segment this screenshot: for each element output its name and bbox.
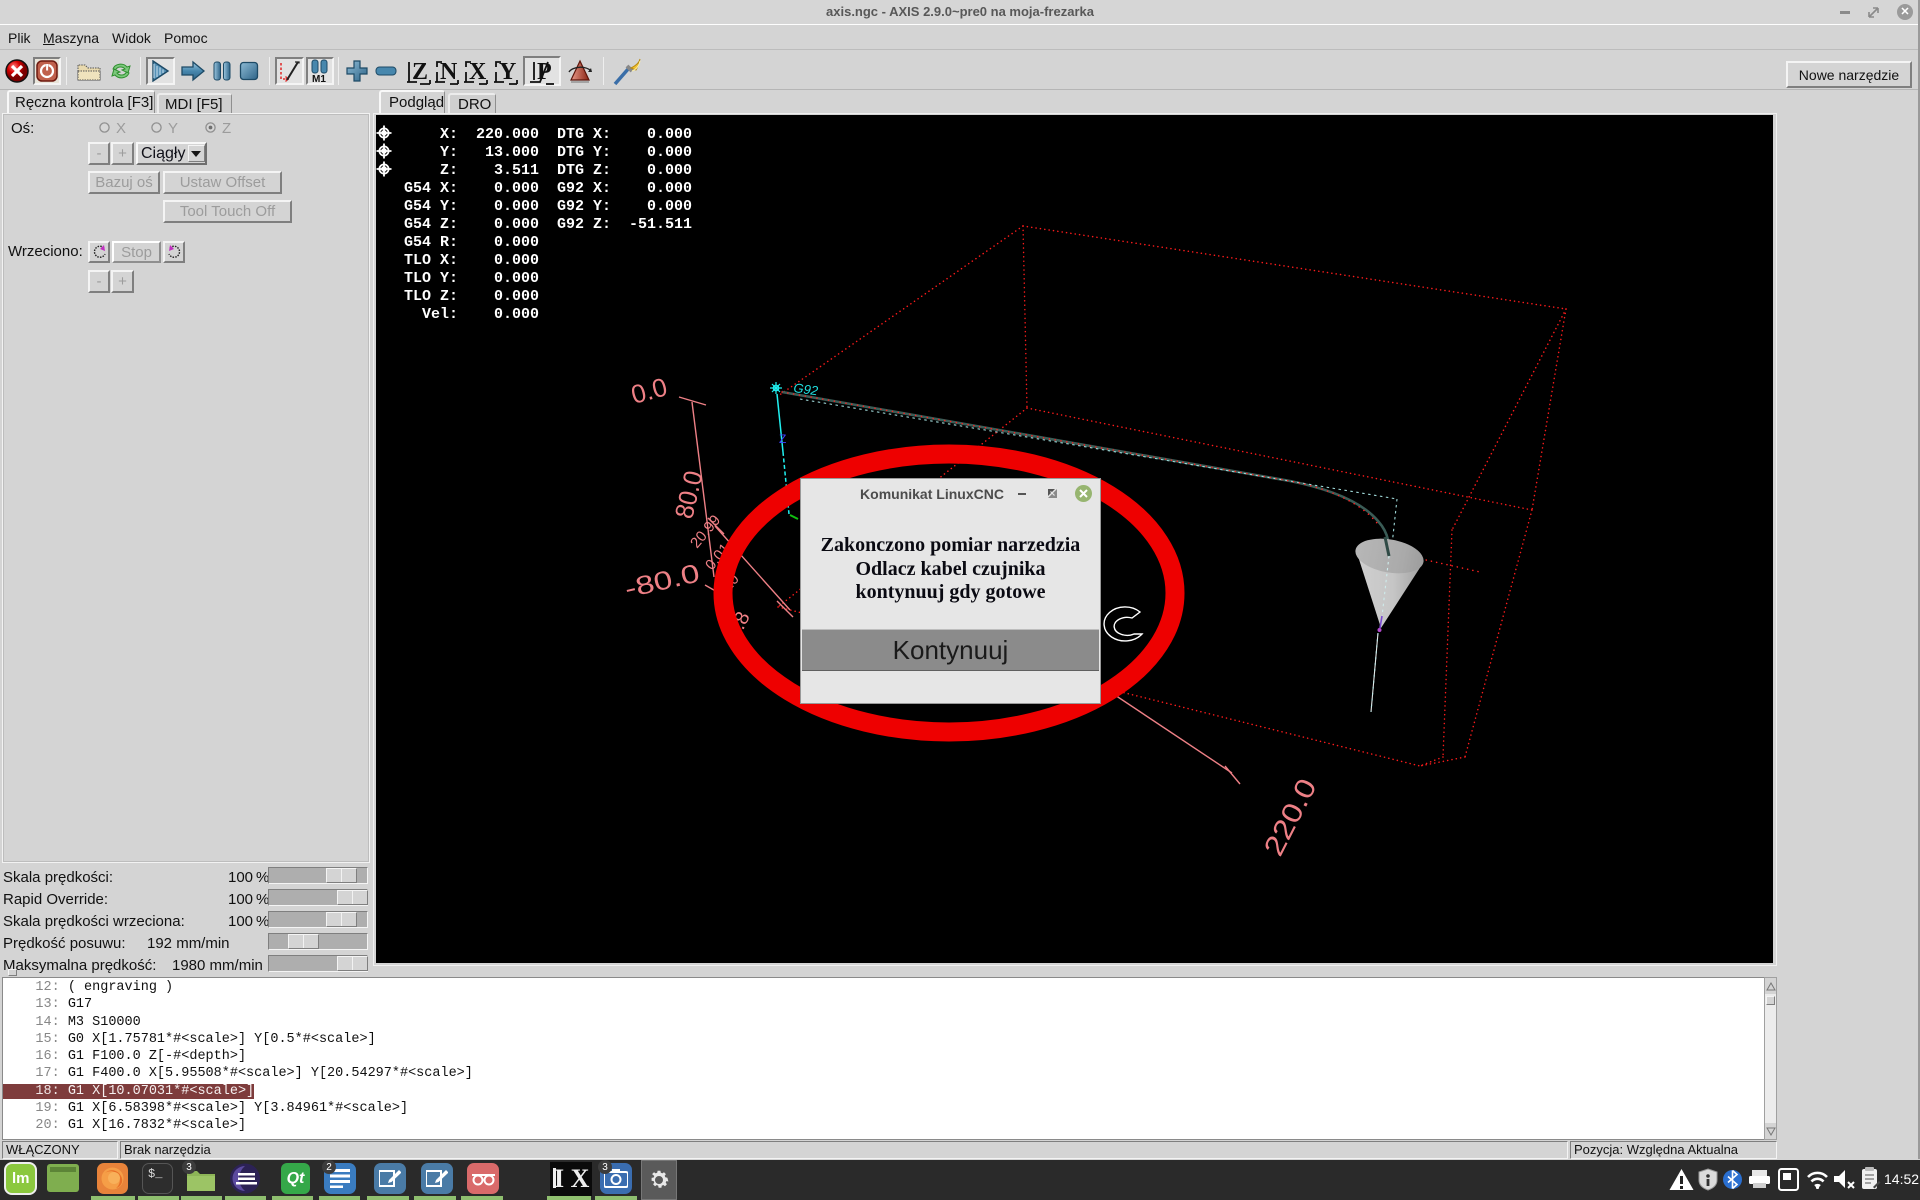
svg-text:Z: Z <box>779 432 786 446</box>
svg-text:Z: Z <box>412 59 428 85</box>
svg-text:220.0: 220.0 <box>1258 774 1323 861</box>
svg-text:0.0: 0.0 <box>628 372 671 410</box>
svg-text:-80.0: -80.0 <box>622 558 703 604</box>
svg-text:M1: M1 <box>312 74 326 83</box>
svg-text:Y: Y <box>499 59 516 85</box>
svg-text:80.0: 80.0 <box>669 468 709 522</box>
svg-text:N: N <box>440 59 458 85</box>
svg-text:X: X <box>469 59 487 85</box>
